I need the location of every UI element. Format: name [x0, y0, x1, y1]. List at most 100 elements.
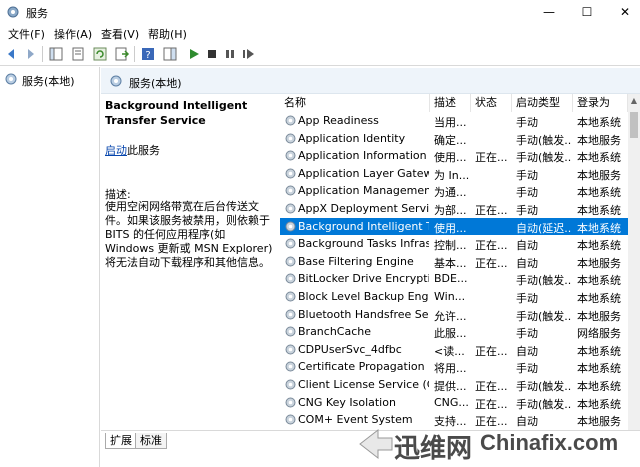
service-description-cell: 使用...: [434, 221, 467, 235]
tree-item-services-local[interactable]: 服务(本地): [2, 71, 98, 88]
menu-file[interactable]: 文件(F): [8, 26, 45, 42]
column-header-startup-type[interactable]: 启动类型: [512, 94, 573, 112]
column-header-description[interactable]: 描述: [430, 94, 471, 112]
service-name-cell: Certificate Propagation: [298, 360, 425, 374]
console-tree-icon[interactable]: [48, 46, 64, 62]
tab-extended[interactable]: 扩展: [105, 433, 137, 449]
scroll-up-arrow-icon[interactable]: ▲: [628, 94, 640, 108]
service-logon-cell: 本地系统: [577, 151, 621, 165]
service-row[interactable]: Application Layer Gatewa... 为 In... 手动 本地服务: [280, 165, 628, 183]
service-row[interactable]: CDPUserSvc_4dfbc <读... 正在... 自动 本地系统: [280, 341, 628, 359]
export-list-icon[interactable]: [114, 46, 130, 62]
menu-view[interactable]: 查看(V): [101, 26, 139, 42]
service-name-cell: Block Level Backup Engi...: [298, 290, 429, 303]
service-gear-icon: [285, 203, 296, 214]
service-description-cell: 为 In...: [434, 168, 470, 182]
service-name-cell: Background Intelligent T...: [298, 219, 429, 233]
service-startup-type-cell: 自动: [516, 239, 538, 253]
service-row[interactable]: Application Identity 确定... 手动(触发... 本地服务: [280, 130, 628, 148]
service-row[interactable]: App Readiness 当用... 手动 本地系统: [280, 112, 628, 130]
start-service-line: 启动此服务: [105, 142, 160, 158]
service-status-cell: 正在...: [475, 380, 508, 393]
service-description-cell: 使用...: [434, 151, 467, 165]
service-status-cell: 正在...: [475, 397, 508, 411]
minimize-button[interactable]: —: [528, 0, 570, 24]
service-gear-icon: [285, 309, 296, 320]
description-text: 使用空闲网络带宽在后台传送文件。如果该服务被禁用，则依赖于 BITS 的任何应用…: [105, 200, 273, 269]
watermark-cn-text: 迅维网: [394, 434, 473, 464]
forward-arrow-icon[interactable]: [22, 46, 38, 62]
menu-help[interactable]: 帮助(H): [148, 26, 187, 42]
back-arrow-icon[interactable]: [4, 46, 20, 62]
service-startup-type-cell: 手动: [516, 116, 538, 129]
service-name-cell: Application Identity: [298, 131, 406, 145]
service-startup-type-cell: 手动(触发...: [516, 309, 572, 323]
service-logon-cell: 本地系统: [577, 362, 621, 376]
service-row[interactable]: AppX Deployment Servic... 为部... 正在... 手动 本地系…: [280, 200, 628, 218]
pane-header: 服务(本地): [101, 68, 640, 94]
service-gear-icon: [285, 256, 296, 267]
service-row[interactable]: CNG Key Isolation CNG... 正在... 手动(触发... 本地系统: [280, 394, 628, 412]
service-startup-type-cell: 手动: [516, 292, 538, 305]
service-row[interactable]: Bluetooth Handsfree Ser... 允许... 手动(触发... 本…: [280, 306, 628, 324]
service-row[interactable]: Background Intelligent T... 使用... 自动(延迟...…: [280, 217, 628, 236]
service-gear-icon: [285, 238, 296, 249]
pane-header-label: 服务(本地): [129, 77, 182, 90]
service-gear-icon: [285, 361, 296, 372]
restart-service-icon[interactable]: [240, 46, 256, 62]
watermark: 迅维网 Chinafix.com: [356, 424, 640, 467]
scroll-thumb[interactable]: [630, 112, 638, 138]
service-row[interactable]: BranchCache 此服... 手动 网络服务: [280, 323, 628, 341]
console-tree: 服务(本地): [0, 67, 100, 467]
service-description-cell: 控制...: [434, 239, 467, 253]
help-icon[interactable]: ?: [140, 46, 156, 62]
service-row[interactable]: Application Management 为通... 手动 本地系统: [280, 182, 628, 200]
service-status-cell: 正在...: [475, 344, 508, 358]
service-row[interactable]: Block Level Backup Engi... Win... 手动 本地系统: [280, 288, 628, 306]
service-logon-cell: 本地系统: [577, 221, 621, 235]
service-description-cell: 确定...: [434, 133, 467, 147]
service-description-cell: 将用...: [434, 362, 467, 376]
maximize-button[interactable]: ☐: [566, 0, 608, 24]
service-startup-type-cell: 手动: [516, 168, 538, 182]
column-header-logon-as[interactable]: 登录为: [573, 94, 628, 112]
service-row[interactable]: Background Tasks Infras... 控制... 正在... 自动 本地…: [280, 235, 628, 253]
tab-standard[interactable]: 标准: [135, 433, 167, 449]
service-logon-cell: 本地系统: [577, 204, 621, 217]
show-hide-action-pane-icon[interactable]: [162, 46, 178, 62]
column-header-status[interactable]: 状态: [471, 94, 512, 112]
chinafix-logo-icon: [359, 428, 393, 460]
service-status-cell: 正在...: [475, 239, 508, 253]
service-logon-cell: 本地服务: [577, 309, 621, 323]
service-logon-cell: 本地系统: [577, 292, 621, 305]
services-list: ^ 名称 描述 状态 启动类型 登录为 App Readiness当用...手动…: [280, 94, 628, 430]
start-service-link[interactable]: 启动: [105, 144, 127, 157]
start-service-suffix: 此服务: [127, 144, 160, 157]
refresh-icon[interactable]: [92, 46, 108, 62]
service-gear-icon: [285, 185, 296, 196]
service-logon-cell: 网络服务: [577, 327, 621, 341]
service-row[interactable]: Client License Service (Cli... 提供... 正在...…: [280, 376, 628, 394]
service-logon-cell: 本地系统: [577, 397, 621, 411]
service-gear-icon: [285, 150, 296, 161]
service-startup-type-cell: 手动(触发...: [516, 274, 572, 288]
service-name-cell: Base Filtering Engine: [298, 254, 414, 268]
service-name-cell: App Readiness: [298, 114, 379, 127]
close-button[interactable]: ✕: [604, 0, 640, 24]
service-row[interactable]: BitLocker Drive Encryptio... BDE... 手动(触发.…: [280, 270, 628, 288]
stop-service-icon[interactable]: [204, 46, 220, 62]
service-logon-cell: 本地系统: [577, 186, 621, 200]
service-row[interactable]: Base Filtering Engine 基本... 正在... 自动 本地服务: [280, 253, 628, 271]
service-logon-cell: 本地系统: [577, 239, 621, 253]
menu-action[interactable]: 操作(A): [54, 26, 92, 42]
service-startup-type-cell: 自动(延迟...: [516, 221, 572, 235]
vertical-scrollbar[interactable]: ▲: [628, 94, 640, 430]
properties-icon[interactable]: [70, 46, 86, 62]
service-description-cell: 允许...: [434, 309, 467, 323]
service-row[interactable]: Certificate Propagation 将用... 手动 本地系统: [280, 358, 628, 376]
start-service-icon[interactable]: [186, 46, 202, 62]
service-row[interactable]: Application Information 使用... 正在... 手动(触发..…: [280, 147, 628, 165]
column-header-name[interactable]: 名称: [280, 94, 430, 112]
service-name-cell: BitLocker Drive Encryptio...: [298, 272, 429, 286]
pause-service-icon[interactable]: [222, 46, 238, 62]
